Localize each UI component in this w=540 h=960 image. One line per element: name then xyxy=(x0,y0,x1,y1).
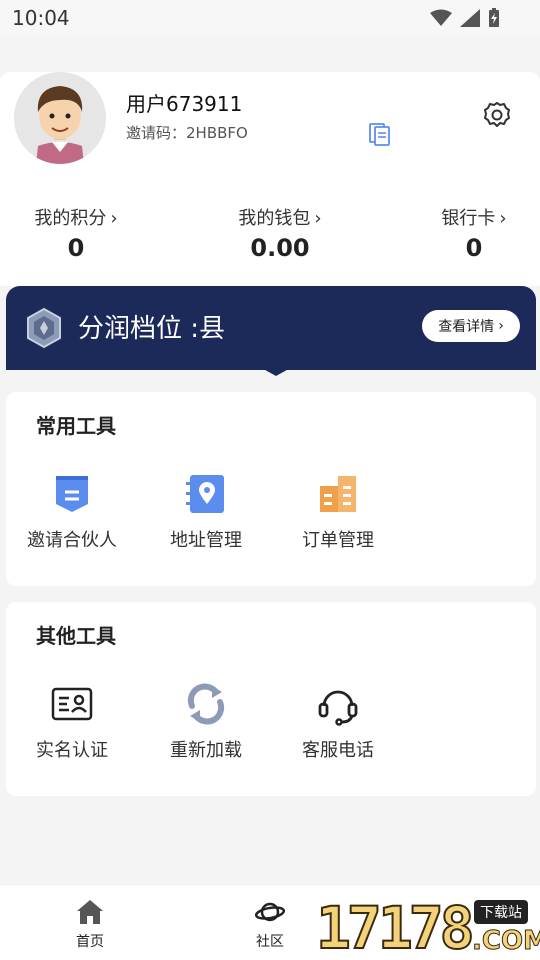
nav-home[interactable]: 首页 xyxy=(50,897,130,951)
avatar[interactable] xyxy=(14,72,106,164)
watermark-domain: .COM xyxy=(472,926,540,957)
status-time: 10:04 xyxy=(12,6,70,30)
profile-card: 用户673911 邀请码：2HBBFO 我的积分 › 0 我的钱包 › 0.00 银… xyxy=(0,72,540,286)
tool-reload-label: 重新加载 xyxy=(170,740,242,761)
invite-partner-icon xyxy=(56,476,88,512)
avatar-illustration-icon xyxy=(14,72,106,164)
nav-community-label: 社区 xyxy=(256,934,284,950)
stat-wallet[interactable]: 我的钱包 › 0.00 xyxy=(224,204,336,262)
other-tools-card: 其他工具 实名认证 重新加载 客服电话 xyxy=(6,602,536,796)
invite-code-row: 邀请码：2HBBFO xyxy=(126,122,248,143)
stat-bank-card[interactable]: 银行卡 › 0 xyxy=(426,204,522,262)
chevron-right-icon: › xyxy=(498,318,504,334)
id-card-icon xyxy=(51,687,93,721)
tool-customer-service-label: 客服电话 xyxy=(302,740,374,761)
watermark-digits: 17178 xyxy=(315,894,476,960)
tool-reload[interactable]: 重新加载 xyxy=(146,682,266,762)
stat-wallet-value: 0.00 xyxy=(250,234,310,262)
stat-points-label-row: 我的积分 › xyxy=(20,204,132,230)
address-book-icon xyxy=(186,475,224,513)
nav-home-label: 首页 xyxy=(76,934,104,950)
watermark-tag: 下载站 xyxy=(474,900,528,924)
tier-text: 分润档位 :县 xyxy=(78,314,226,344)
status-icons xyxy=(430,8,500,28)
tool-real-name-verification-label: 实名认证 xyxy=(36,740,108,761)
tool-invite-partner[interactable]: 邀请合伙人 xyxy=(12,472,132,552)
stat-bank-card-label: 银行卡 xyxy=(441,208,496,229)
tool-order-management-label: 订单管理 xyxy=(302,530,374,551)
order-building-icon xyxy=(320,476,356,512)
signal-icon xyxy=(460,9,480,27)
common-tools-title: 常用工具 xyxy=(36,414,116,438)
reload-icon xyxy=(187,683,225,725)
status-bar: 10:04 xyxy=(0,0,540,36)
username: 用户673911 xyxy=(126,92,243,116)
stat-wallet-label: 我的钱包 xyxy=(238,208,311,229)
chevron-right-icon: › xyxy=(110,208,118,229)
battery-icon xyxy=(489,8,499,27)
stat-bank-card-label-row: 银行卡 › xyxy=(426,204,522,230)
tool-order-management[interactable]: 订单管理 xyxy=(278,472,398,552)
tool-invite-partner-label: 邀请合伙人 xyxy=(27,530,117,551)
other-tools-title: 其他工具 xyxy=(36,624,116,648)
tier-banner: 分润档位 :县 查看详情 › xyxy=(6,286,536,370)
tier-badge-icon xyxy=(27,308,61,348)
gear-icon[interactable] xyxy=(482,100,512,130)
stat-wallet-label-row: 我的钱包 › xyxy=(224,204,336,230)
tool-address-management[interactable]: 地址管理 xyxy=(146,472,266,552)
invite-code-label: 邀请码： xyxy=(126,124,187,142)
planet-icon xyxy=(255,902,285,922)
home-icon xyxy=(77,900,103,924)
view-details-label: 查看详情 xyxy=(438,319,495,335)
stat-bank-card-value: 0 xyxy=(465,234,483,262)
invite-code-value: 2HBBFO xyxy=(186,124,248,142)
stat-points-label: 我的积分 xyxy=(34,208,107,229)
stat-points-value: 0 xyxy=(67,234,85,262)
tool-customer-service[interactable]: 客服电话 xyxy=(278,682,398,762)
wifi-icon xyxy=(430,9,452,26)
tier-banner-notch xyxy=(258,366,294,376)
common-tools-card: 常用工具 邀请合伙人 地址管理 订单管理 xyxy=(6,392,536,586)
view-details-button[interactable]: 查看详情 › xyxy=(422,310,520,342)
nav-community[interactable]: 社区 xyxy=(230,897,310,951)
headset-icon xyxy=(318,690,358,726)
stat-points[interactable]: 我的积分 › 0 xyxy=(20,204,132,262)
tool-address-management-label: 地址管理 xyxy=(170,530,242,551)
copy-icon[interactable] xyxy=(368,122,392,146)
chevron-right-icon: › xyxy=(499,208,507,229)
chevron-right-icon: › xyxy=(314,208,322,229)
tool-real-name-verification[interactable]: 实名认证 xyxy=(12,682,132,762)
watermark-logo: 17178 下载站 .COM xyxy=(315,894,540,960)
